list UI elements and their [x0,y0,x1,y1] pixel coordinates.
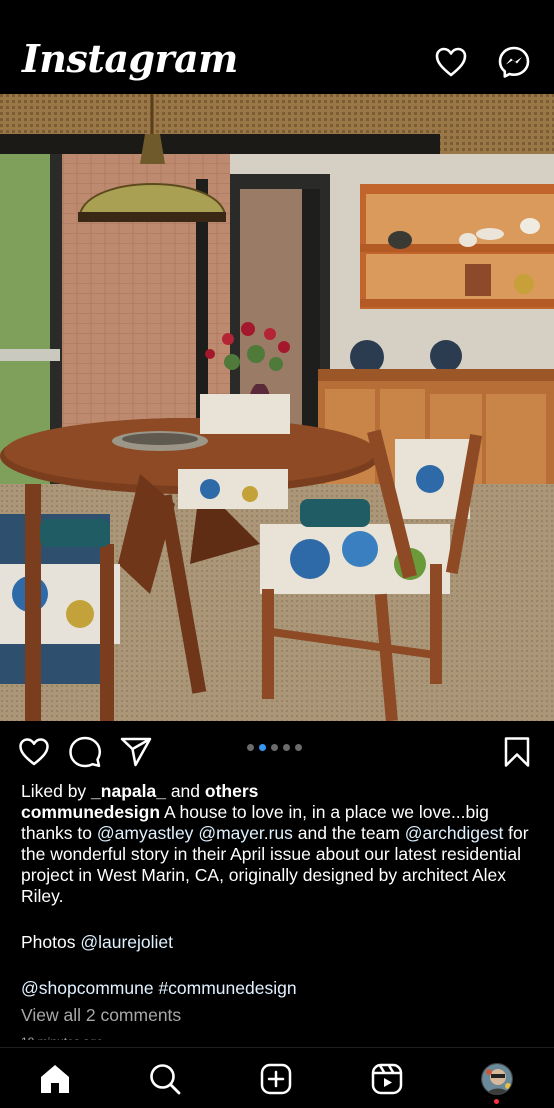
new-post-icon[interactable] [259,1062,293,1096]
carousel-dot [247,744,254,751]
avatar-image [482,1064,512,1094]
share-icon[interactable] [119,735,153,769]
search-icon[interactable] [148,1062,182,1096]
top-bar: Instagram [0,0,554,94]
carousel-indicator [247,744,302,754]
liked-by-user[interactable]: _napala_ [91,781,166,801]
comment-icon[interactable] [68,735,102,769]
mention-link[interactable]: @archdigest [405,823,504,843]
reels-icon[interactable] [370,1062,404,1096]
carousel-dot [295,744,302,751]
carousel-dot [271,744,278,751]
caption-text: and the team [292,823,405,843]
view-comments-link[interactable]: View all 2 comments [21,1005,536,1026]
post-photo[interactable] [0,94,554,721]
carousel-dot [283,744,290,751]
instagram-logo[interactable]: Instagram [22,36,238,81]
mention-link[interactable]: @shopcommune [21,978,154,998]
carousel-dot-active [259,744,266,751]
liked-by-middle: and [165,781,205,801]
bookmark-icon[interactable] [500,735,534,769]
mention-link[interactable]: @laurejoliet [80,932,173,952]
home-icon[interactable] [38,1062,72,1096]
messenger-icon[interactable] [496,44,532,80]
tags-line: @shopcommune #communedesign [21,978,536,999]
likes-line: Liked by _napala_ and others [21,781,536,802]
photos-credit: Photos @laurejoliet [21,932,536,953]
post-timestamp: 18 minutes ago [21,1032,536,1040]
caption: communedesign A house to love in, in a p… [21,802,536,907]
profile-avatar[interactable] [481,1063,513,1095]
bottom-nav [0,1047,554,1108]
post-text: Liked by _napala_ and others communedesi… [21,781,536,1040]
hashtag-link[interactable]: #communedesign [158,978,296,998]
heart-icon[interactable] [433,44,469,80]
photos-prefix: Photos [21,932,81,952]
post-actions [0,721,554,783]
mention-link[interactable]: @amyastley [97,823,194,843]
dining-room-image [0,94,554,721]
author-username[interactable]: communedesign [21,802,160,822]
like-heart-icon[interactable] [17,735,51,769]
notification-dot [494,1099,499,1104]
liked-by-prefix: Liked by [21,781,92,801]
mention-link[interactable]: @mayer.rus [198,823,293,843]
liked-by-others[interactable]: others [205,781,258,801]
